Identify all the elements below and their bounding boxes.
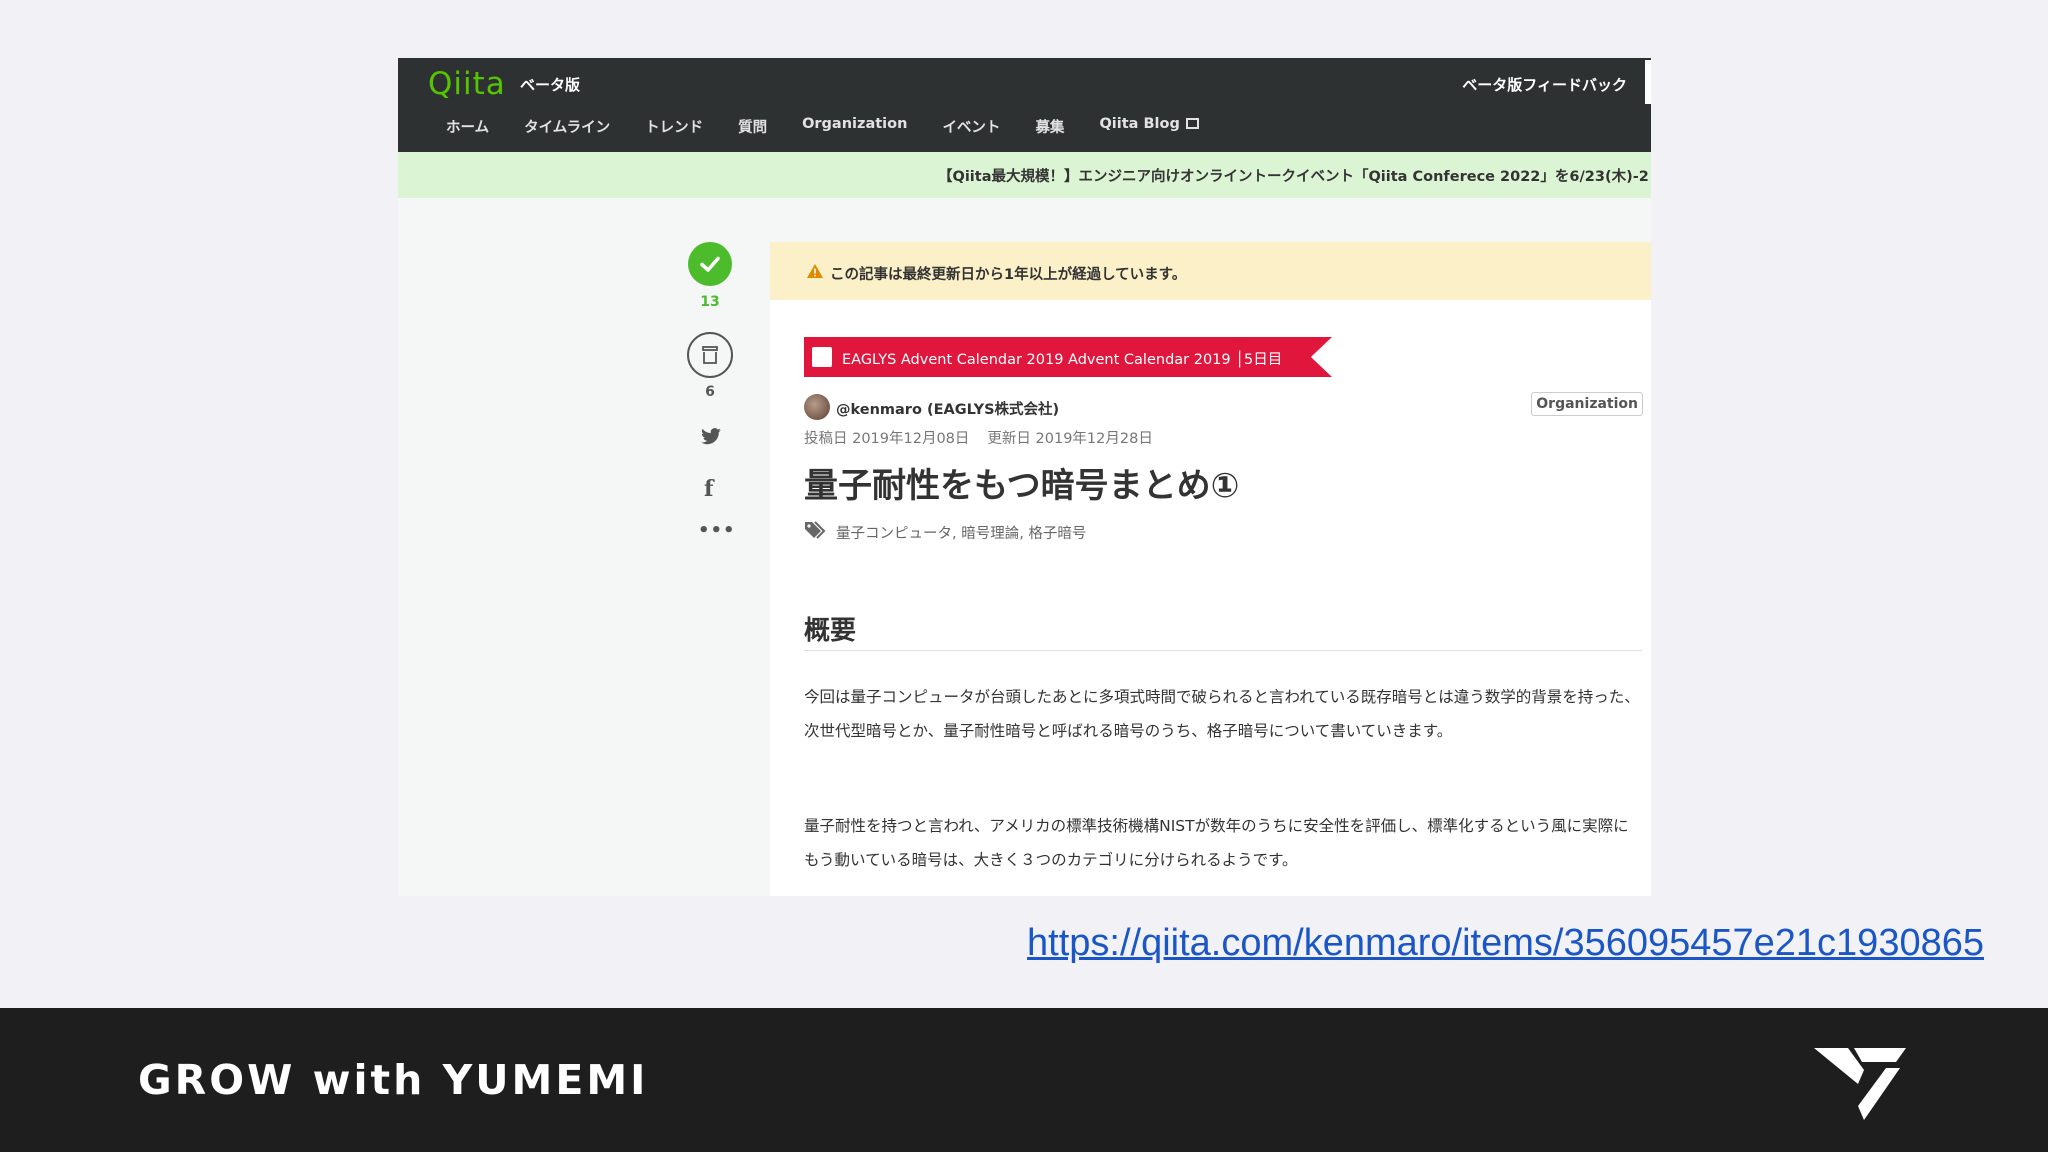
advent-calendar-text: EAGLYS Advent Calendar 2019 Advent Calen… <box>842 352 1283 368</box>
slide-footer: GROW with YUMEMI <box>0 1008 2048 1152</box>
qiita-header: Qiita ベータ版 ベータ版フィードバック ホーム タイムライン トレンド 質… <box>398 58 1651 152</box>
external-link-icon <box>1185 118 1199 129</box>
like-count: 13 <box>700 294 720 310</box>
nav-trend[interactable]: トレンド <box>645 116 703 137</box>
stock-icon <box>702 346 718 364</box>
section-heading: 概要 <box>804 616 857 646</box>
updated-date: 更新日 2019年12月28日 <box>987 431 1153 447</box>
check-icon <box>700 256 720 272</box>
outdated-warning: この記事は最終更新日から1年以上が経過しています。 <box>770 242 1651 300</box>
organization-badge[interactable]: Organization <box>1531 392 1643 416</box>
nav-timeline[interactable]: タイムライン <box>524 116 610 137</box>
stock-count: 6 <box>705 384 715 400</box>
posted-date: 投稿日 2019年12月08日 <box>804 431 970 447</box>
article-title: 量子耐性をもつ暗号まとめ① <box>804 466 1240 506</box>
author-avatar[interactable] <box>804 394 830 420</box>
nav-question[interactable]: 質問 <box>738 116 767 137</box>
announcement-bar[interactable]: 【Qiita最大規模！】エンジニア向けオンライントークイベント「Qiita Co… <box>398 152 1651 198</box>
twitter-icon[interactable] <box>700 428 722 446</box>
qiita-logo[interactable]: Qiita <box>428 66 506 102</box>
warning-icon <box>807 264 823 278</box>
footer-brand-text: GROW with YUMEMI <box>138 1056 649 1104</box>
main-nav: ホーム タイムライン トレンド 質問 Organization イベント 募集 … <box>446 116 1199 137</box>
announcement-text: 【Qiita最大規模！】エンジニア向けオンライントークイベント「Qiita Co… <box>938 169 1649 185</box>
warning-text: この記事は最終更新日から1年以上が経過しています。 <box>830 267 1187 283</box>
stock-button[interactable] <box>687 332 733 378</box>
paragraph-categories: 量子耐性を持つと言われ、アメリカの標準技術機構NISTが数年のうちに安全性を評価… <box>804 817 1629 869</box>
paragraph-intro: 今回は量子コンピュータが台頭したあとに多項式時間で破られると言われている既存暗号… <box>804 688 1640 740</box>
nav-organization[interactable]: Organization <box>802 116 907 137</box>
eaglys-logo <box>812 347 832 367</box>
nav-blog[interactable]: Qiita Blog <box>1099 116 1199 137</box>
like-button[interactable] <box>688 242 732 286</box>
beta-label: ベータ版 <box>520 76 581 94</box>
nav-home[interactable]: ホーム <box>446 116 489 137</box>
tags-icon <box>805 521 826 539</box>
nav-recruit[interactable]: 募集 <box>1035 116 1064 137</box>
nav-event[interactable]: イベント <box>942 116 1000 137</box>
article-tags[interactable]: 量子コンピュータ, 暗号理論, 格子暗号 <box>836 522 1086 543</box>
advent-calendar-banner[interactable]: EAGLYS Advent Calendar 2019 Advent Calen… <box>804 337 1332 377</box>
nav-blog-label: Qiita Blog <box>1099 116 1180 132</box>
yumemi-logo-icon <box>1814 1048 1906 1120</box>
heading-divider <box>804 650 1642 651</box>
feedback-link[interactable]: ベータ版フィードバック <box>1462 74 1627 95</box>
more-icon[interactable]: ••• <box>698 520 736 541</box>
facebook-icon[interactable]: f <box>704 476 713 502</box>
header-edge <box>1645 60 1651 104</box>
author-name[interactable]: @kenmaro (EAGLYS株式会社) <box>836 398 1059 419</box>
article-url-link[interactable]: https://qiita.com/kenmaro/items/35609545… <box>1027 922 1984 965</box>
article-card: この記事は最終更新日から1年以上が経過しています。 EAGLYS Advent … <box>770 242 1651 896</box>
article-dates: 投稿日 2019年12月08日 更新日 2019年12月28日 <box>804 427 1153 448</box>
qiita-screenshot: Qiita ベータ版 ベータ版フィードバック ホーム タイムライン トレンド 質… <box>398 58 1651 896</box>
